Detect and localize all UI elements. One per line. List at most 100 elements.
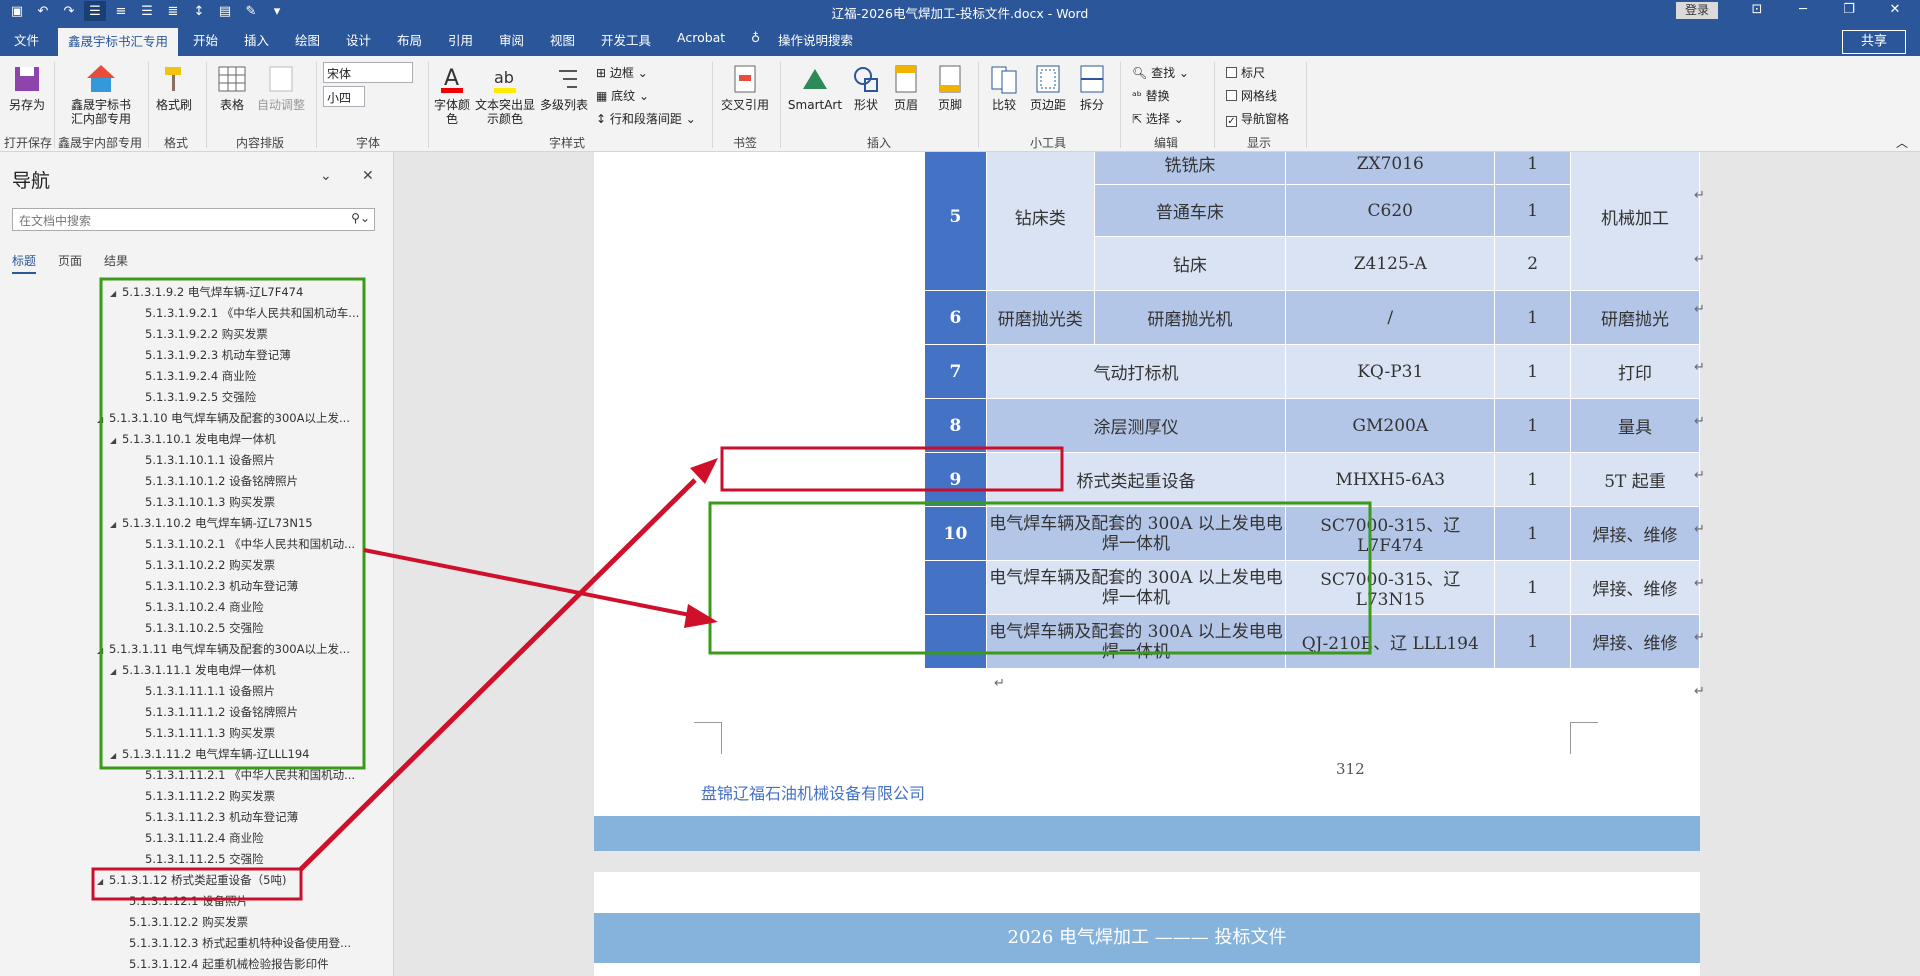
nav-close-icon[interactable]: ✕	[362, 168, 374, 184]
tab-view[interactable]: 视图	[550, 30, 575, 49]
nav-heading[interactable]: ◢ 5.1.3.1.9.2 电气焊车辆-辽L7F474	[110, 282, 303, 302]
document-page[interactable]: 5 钻床类 铣铣床 ZX7016 1 机械加工 普通车床 C620 1 钻床 Z…	[594, 152, 1705, 816]
tab-references[interactable]: 引用	[448, 30, 473, 49]
tab-insert[interactable]: 插入	[244, 30, 269, 49]
nav-heading[interactable]: 5.1.3.1.10.2.5 交强险	[145, 618, 264, 638]
search-icon[interactable]: ⚲⌄	[351, 211, 370, 225]
cross-reference-button[interactable]: 交叉引用	[718, 63, 772, 112]
tab-draw[interactable]: 绘图	[295, 30, 320, 49]
use-cell: 5T 起重	[1570, 452, 1700, 507]
font-size-select[interactable]: 小四	[323, 86, 365, 107]
border-button[interactable]: ⊞ 边框 ⌄	[596, 64, 648, 81]
tab-pages[interactable]: 页面	[58, 254, 82, 268]
table-button[interactable]: 表格	[210, 63, 254, 112]
document-canvas[interactable]: 5 钻床类 铣铣床 ZX7016 1 机械加工 普通车床 C620 1 钻床 Z…	[394, 152, 1920, 976]
ribbon-display-icon[interactable]: ⊡	[1734, 0, 1780, 22]
nav-heading[interactable]: ◢ 5.1.3.1.10.2 电气焊车辆-辽L73N15	[110, 513, 313, 533]
tab-file[interactable]: 文件	[14, 30, 39, 49]
border-label: 边框	[609, 66, 634, 80]
tab-review[interactable]: 审阅	[499, 30, 524, 49]
footer-button[interactable]: 页脚	[932, 63, 968, 112]
nav-heading[interactable]: 5.1.3.1.10.2.2 购买发票	[145, 555, 275, 575]
nav-heading[interactable]: ◢ 5.1.3.1.11 电气焊车辆及配套的300A以上发...	[97, 639, 390, 659]
nav-heading[interactable]: 5.1.3.1.11.1.1 设备照片	[145, 681, 275, 701]
highlight-button[interactable]: ab 文本突出显示颜色	[474, 63, 536, 126]
nav-heading[interactable]: ◢ 5.1.3.1.10 电气焊车辆及配套的300A以上发...	[97, 408, 390, 428]
smartart-button[interactable]: SmartArt	[786, 63, 844, 112]
nav-heading[interactable]: 5.1.3.1.11.1.2 设备铭牌照片	[145, 702, 298, 722]
tab-headings[interactable]: 标题	[12, 254, 37, 274]
nav-heading[interactable]: 5.1.3.1.9.2.2 购买发票	[145, 324, 268, 344]
nav-heading[interactable]: 5.1.3.1.12.1 设备照片	[129, 891, 248, 911]
nav-heading[interactable]: 5.1.3.1.10.1.2 设备铭牌照片	[145, 471, 298, 491]
paragraph-mark: ↵	[1694, 188, 1705, 203]
nav-heading[interactable]: 5.1.3.1.12.2 购买发票	[129, 912, 248, 932]
collapse-ribbon-icon[interactable]: ︿	[1896, 134, 1908, 151]
margins-button[interactable]: 页边距	[1026, 63, 1070, 112]
nav-heading-selected[interactable]: ◢ 5.1.3.1.12 桥式类起重设备（5吨)	[97, 870, 286, 890]
nav-heading[interactable]: 5.1.3.1.9.2.4 商业险	[145, 366, 256, 386]
split-button[interactable]: 拆分	[1074, 63, 1110, 112]
nav-heading[interactable]: 5.1.3.1.12.4 起重机械检验报告影印件	[129, 954, 329, 974]
compare-icon	[989, 63, 1019, 95]
tab-design[interactable]: 设计	[346, 30, 371, 49]
model-cell: MHXH5-6A3	[1285, 452, 1496, 507]
margins-label: 页边距	[1029, 98, 1066, 112]
nav-heading[interactable]: 5.1.3.1.10.2.1 《中华人民共和国机动...	[145, 534, 390, 554]
nav-heading[interactable]: 5.1.3.1.10.1.3 购买发票	[145, 492, 275, 512]
xsy-button[interactable]: 鑫晟宇标书汇内部专用	[62, 63, 140, 126]
nav-heading[interactable]: 5.1.3.1.11.2.2 购买发票	[145, 786, 275, 806]
tell-me-search[interactable]: 操作说明搜索	[778, 30, 853, 49]
tab-layout[interactable]: 布局	[397, 30, 422, 49]
nav-heading[interactable]: 5.1.3.1.10.1.1 设备照片	[145, 450, 275, 470]
replace-button[interactable]: ᵃᵇ 替换	[1132, 87, 1170, 104]
font-size-value: 小四	[327, 91, 352, 105]
compare-button[interactable]: 比较	[986, 63, 1022, 112]
tab-results[interactable]: 结果	[104, 254, 128, 268]
multilevel-list-button[interactable]: 多级列表	[538, 63, 590, 112]
nav-heading[interactable]: 5.1.3.1.10.2.4 商业险	[145, 597, 264, 617]
login-button[interactable]: 登录	[1676, 2, 1718, 19]
font-name-select[interactable]: 宋体	[323, 62, 413, 83]
nav-heading[interactable]: 5.1.3.1.11.2.4 商业险	[145, 828, 264, 848]
nav-heading[interactable]: 5.1.3.1.10.2.3 机动车登记薄	[145, 576, 298, 596]
close-icon[interactable]: ✕	[1872, 0, 1918, 22]
select-button[interactable]: ⇱ 选择 ⌄	[1132, 110, 1184, 127]
share-button[interactable]: 共享	[1842, 30, 1906, 54]
ruler-checkbox[interactable]: 标尺	[1226, 64, 1265, 81]
minimize-icon[interactable]: ─	[1780, 0, 1826, 22]
shapes-button[interactable]: 形状	[846, 63, 886, 112]
header-button[interactable]: 页眉	[888, 63, 924, 112]
nav-options-icon[interactable]: ⌄	[320, 168, 332, 184]
find-button[interactable]: 🔍︎ 查找 ⌄	[1132, 64, 1189, 81]
group-label: 字样式	[549, 136, 586, 150]
format-painter-button[interactable]: 格式刷	[152, 63, 196, 112]
nav-heading[interactable]: ◢ 5.1.3.1.11.1 发电电焊一体机	[110, 660, 276, 680]
tab-home[interactable]: 开始	[193, 30, 218, 49]
restore-icon[interactable]: ❐	[1826, 0, 1872, 22]
autofit-button[interactable]: 自动调整	[254, 63, 308, 112]
nav-heading[interactable]: 5.1.3.1.11.2.3 机动车登记薄	[145, 807, 298, 827]
tab-acrobat[interactable]: Acrobat	[677, 30, 725, 45]
nav-heading[interactable]: 5.1.3.1.9.2.5 交强险	[145, 387, 256, 407]
tab-xsy[interactable]: 鑫晟宇标书汇专用	[58, 28, 179, 56]
font-color-button[interactable]: A 字体颜色	[432, 63, 472, 126]
nav-heading[interactable]: ◢ 5.1.3.1.11.2 电气焊车辆-辽LLL194	[110, 744, 309, 764]
nav-heading[interactable]: 5.1.3.1.11.2.1 《中华人民共和国机动...	[145, 765, 390, 785]
nav-heading[interactable]: ◢ 5.1.3.1.10.1 发电电焊一体机	[110, 429, 276, 449]
line-spacing-button[interactable]: ↕ 行和段落间距 ⌄	[596, 110, 696, 127]
nav-heading[interactable]: 5.1.3.1.9.2.1 《中华人民共和国机动车...	[145, 303, 390, 323]
shading-button[interactable]: ▦ 底纹 ⌄	[596, 87, 649, 104]
gridlines-checkbox[interactable]: 网格线	[1226, 87, 1277, 104]
nav-heading[interactable]: 5.1.3.1.11.1.3 购买发票	[145, 723, 275, 743]
nav-heading[interactable]: 5.1.3.1.9.2.3 机动车登记薄	[145, 345, 291, 365]
nav-search-input[interactable]: 在文档中搜索 ⚲⌄	[12, 208, 375, 231]
nav-heading[interactable]: 5.1.3.1.11.2.5 交强险	[145, 849, 264, 869]
group-label: 鑫晟宇内部专用	[58, 136, 143, 150]
nav-heading[interactable]: 5.1.3.1.12.3 桥式起重机特种设备使用登...	[129, 933, 390, 953]
font-color-icon: A	[437, 63, 467, 95]
navpane-checkbox[interactable]: ✓ 导航窗格	[1226, 110, 1289, 127]
tab-developer[interactable]: 开发工具	[601, 30, 651, 49]
save-as-button[interactable]: 另存为	[6, 63, 48, 112]
name-cell: 电气焊车辆及配套的 300A 以上发电电焊一体机	[985, 506, 1287, 561]
